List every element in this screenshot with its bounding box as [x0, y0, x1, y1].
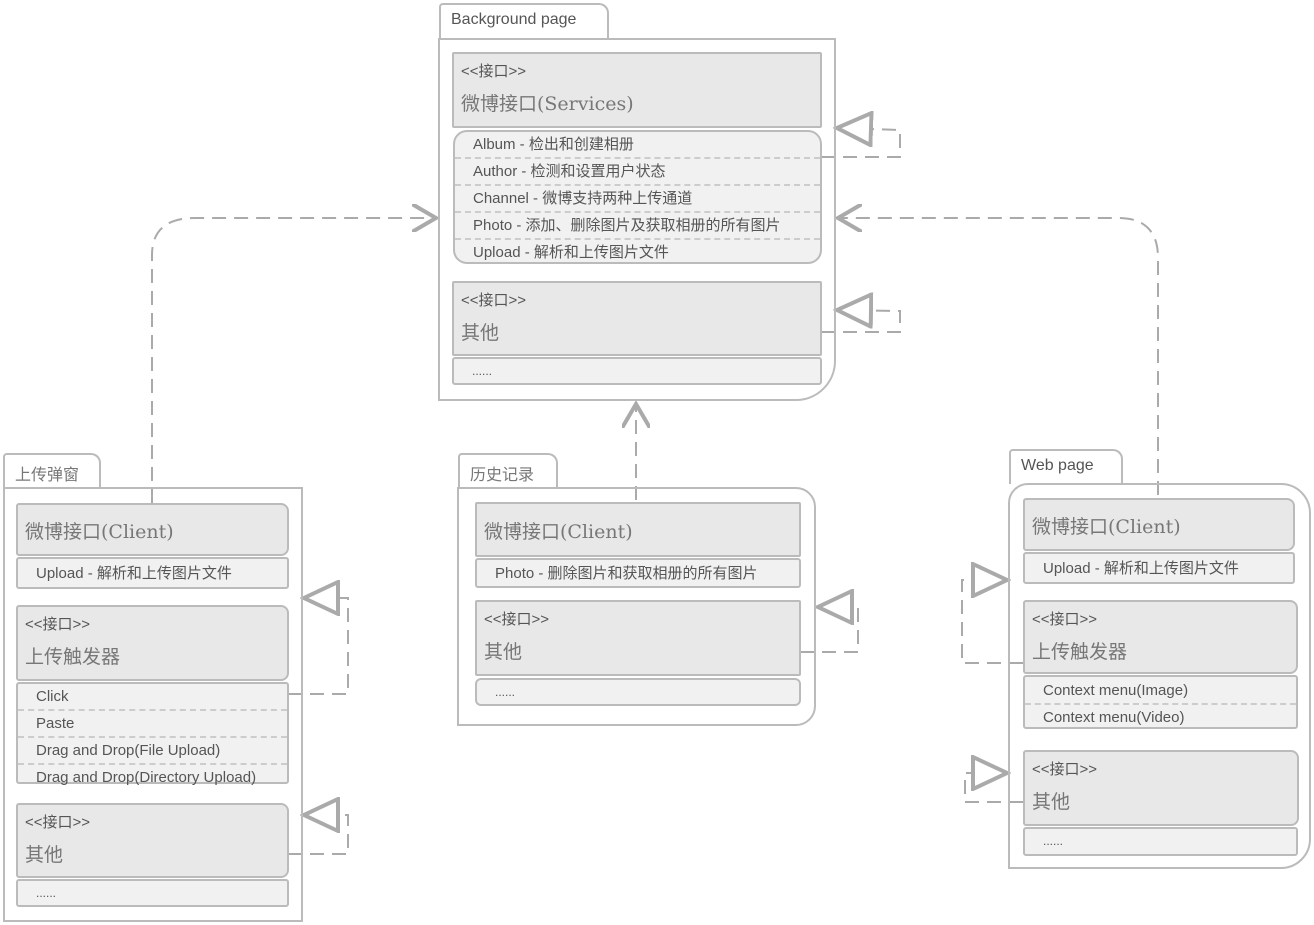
method-author[interactable]: Author - 检测和设置用户状态 [455, 159, 820, 186]
package-label: 上传弹窗 [15, 465, 80, 484]
dependency-upload-to-services [151, 218, 436, 503]
trigger-drag-drop-file[interactable]: Drag and Drop(File Upload) [18, 738, 287, 765]
stereotype-label: <<接口>> [484, 611, 550, 628]
interface-name: 其他 [1032, 791, 1071, 813]
trigger-context-menu-video[interactable]: Context menu(Video) [1025, 705, 1296, 730]
interface-upload-trigger-header[interactable]: <<接口>> 上传触发器 [16, 605, 289, 681]
interface-history-other-header[interactable]: <<接口>> 其他 [475, 600, 801, 676]
stereotype-label: <<接口>> [1032, 761, 1098, 778]
interface-name: 微博接口(Client) [484, 521, 633, 543]
interface-name: 上传触发器 [1032, 641, 1128, 663]
method-upload[interactable]: Upload - 解析和上传图片文件 [1025, 556, 1293, 581]
interface-history-client-header[interactable]: 微博接口(Client) [475, 502, 801, 557]
services-methods: Album - 检出和创建相册 Author - 检测和设置用户状态 Chann… [453, 130, 822, 264]
method-ellipsis: ...... [472, 364, 493, 378]
interface-web-other-header[interactable]: <<接口>> 其他 [1023, 750, 1299, 826]
method-photo[interactable]: Photo - 删除图片和获取相册的所有图片 [477, 561, 799, 586]
interface-name: 上传触发器 [25, 646, 121, 668]
trigger-click[interactable]: Click [18, 684, 287, 711]
web-trigger-methods: Context menu(Image) Context menu(Video) [1023, 675, 1298, 729]
interface-upload-other-header[interactable]: <<接口>> 其他 [16, 803, 289, 878]
interface-name: 其他 [461, 322, 500, 344]
method-ellipsis: ...... [36, 886, 57, 900]
method-upload[interactable]: Upload - 解析和上传图片文件 [18, 561, 287, 586]
interface-name: 其他 [25, 844, 64, 866]
interface-web-client-header[interactable]: 微博接口(Client) [1023, 498, 1295, 551]
package-tab-background: Background page [439, 3, 609, 39]
interface-services-header[interactable]: <<接口>> 微博接口(Services) [452, 52, 822, 128]
interface-name: 微博接口(Client) [25, 521, 174, 543]
upload-trigger-methods: Click Paste Drag and Drop(File Upload) D… [16, 682, 289, 786]
package-tab-history: 历史记录 [458, 453, 558, 488]
upload-client-methods: Upload - 解析和上传图片文件 [16, 557, 289, 589]
package-label: Background page [451, 11, 577, 28]
web-other-methods: ...... [1023, 827, 1298, 856]
history-client-methods: Photo - 删除图片和获取相册的所有图片 [475, 558, 801, 588]
stereotype-label: <<接口>> [461, 292, 527, 309]
bg-other-methods: ...... [452, 357, 822, 385]
web-client-methods: Upload - 解析和上传图片文件 [1023, 552, 1295, 584]
stereotype-label: <<接口>> [461, 63, 527, 80]
trigger-context-menu-image[interactable]: Context menu(Image) [1025, 678, 1296, 705]
stereotype-label: <<接口>> [1032, 611, 1098, 628]
package-tab-web-page: Web page [1009, 449, 1123, 484]
package-tab-upload-popup: 上传弹窗 [3, 453, 101, 488]
trigger-paste[interactable]: Paste [18, 711, 287, 738]
interface-name: 其他 [484, 641, 523, 663]
method-upload[interactable]: Upload - 解析和上传图片文件 [455, 240, 820, 265]
method-photo[interactable]: Photo - 添加、删除图片及获取相册的所有图片 [455, 213, 820, 240]
interface-bg-other-header[interactable]: <<接口>> 其他 [452, 281, 822, 356]
trigger-drag-drop-directory[interactable]: Drag and Drop(Directory Upload) [18, 765, 287, 790]
package-label: 历史记录 [470, 465, 535, 484]
stereotype-label: <<接口>> [25, 814, 91, 831]
interface-web-trigger-header[interactable]: <<接口>> 上传触发器 [1023, 600, 1298, 674]
method-ellipsis: ...... [495, 685, 516, 699]
method-album[interactable]: Album - 检出和创建相册 [455, 132, 820, 159]
interface-name: 微博接口(Services) [461, 93, 634, 115]
package-label: Web page [1021, 457, 1094, 474]
method-channel[interactable]: Channel - 微博支持两种上传通道 [455, 186, 820, 213]
interface-upload-client-header[interactable]: 微博接口(Client) [16, 503, 289, 556]
upload-other-methods: ...... [16, 879, 289, 907]
interface-name: 微博接口(Client) [1032, 516, 1181, 538]
method-ellipsis: ...... [1043, 834, 1064, 848]
stereotype-label: <<接口>> [25, 616, 91, 633]
history-other-methods: ...... [475, 678, 801, 706]
